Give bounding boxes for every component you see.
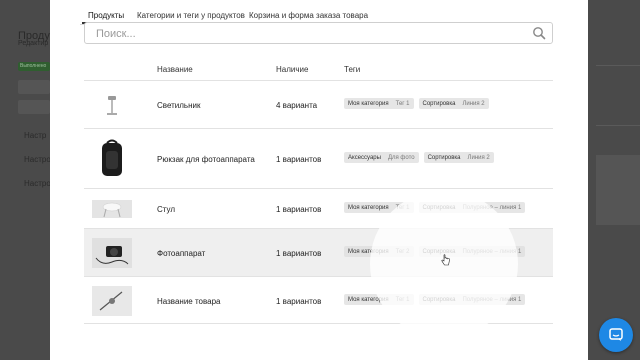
- product-stock: 1 вариантов: [276, 155, 322, 164]
- product-stock: 1 вариантов: [276, 297, 322, 306]
- tag-chip: Сортировка Линия 2: [418, 98, 489, 109]
- product-name[interactable]: Фотоаппарат: [157, 249, 205, 258]
- background-nav-item: Настро: [24, 179, 51, 188]
- tag-chip: Аксессуары Для фото: [344, 152, 419, 163]
- search-icon[interactable]: [532, 26, 546, 40]
- column-header-name[interactable]: Название: [157, 65, 193, 74]
- camera-image: [92, 238, 132, 268]
- product-name[interactable]: Рюкзак для фотоаппарата: [157, 155, 255, 164]
- hand-cursor-icon: [441, 254, 450, 266]
- tab-cart-order-form[interactable]: Корзина и форма заказа товара: [249, 11, 368, 20]
- background-status-badge: Выполнено: [18, 62, 50, 71]
- table-row[interactable]: Рюкзак для фотоаппарата 1 вариантов Аксе…: [84, 128, 553, 188]
- chat-button[interactable]: [599, 318, 633, 352]
- background-bar: [18, 80, 50, 94]
- tag-chip: Моя категория Тег 1: [344, 98, 414, 109]
- tag-key: Сортировка: [422, 248, 456, 255]
- products-modal: Продукты Категории и теги у продуктов Ко…: [50, 0, 588, 360]
- product-stock: 4 варианта: [276, 101, 318, 110]
- product-stock: 1 вариантов: [276, 249, 322, 258]
- tag-value: Тег 1: [395, 296, 410, 303]
- background-page-subtitle: Редактир: [18, 40, 49, 47]
- lamp-image: [107, 96, 117, 115]
- product-stock: 1 вариантов: [276, 205, 322, 214]
- background-bar: [18, 100, 50, 114]
- tag-list: Аксессуары Для фото Сортировка Линия 2: [344, 152, 494, 163]
- chair-image: [92, 200, 132, 218]
- tag-chip: Сортировка Полуряное – линия 1: [418, 294, 526, 305]
- tag-value: Линия 2: [467, 154, 490, 161]
- tag-chip: Моя категория Тег 1: [344, 202, 414, 213]
- tag-value: Тег 1: [395, 100, 410, 107]
- tag-list: Моя категория Тег 1 Сортировка Полуряное –…: [344, 294, 526, 305]
- search-input[interactable]: [94, 25, 518, 43]
- tag-value: Полуряное – линия 1: [462, 296, 522, 303]
- tag-key: Моя категория: [348, 204, 389, 211]
- tag-chip: Сортировка Линия 2: [423, 152, 494, 163]
- search-box[interactable]: [84, 22, 553, 44]
- tag-list: Моя категория Тег 1 Сортировка Линия 2: [344, 98, 489, 109]
- tag-key: Моя категория: [348, 296, 389, 303]
- tab-products[interactable]: Продукты: [88, 11, 124, 20]
- table-row[interactable]: Светильник 4 варианта Моя категория Тег 1…: [84, 80, 553, 128]
- background-divider: [596, 125, 640, 126]
- tag-value: Для фото: [387, 154, 415, 161]
- tag-key: Сортировка: [422, 204, 456, 211]
- tag-key: Аксессуары: [348, 154, 381, 161]
- tag-list: Моя категория Тег 1 Сортировка Полуряное –…: [344, 202, 526, 213]
- tag-key: Моя категория: [348, 248, 389, 255]
- tag-value: Полуряное – линия 1: [462, 204, 522, 211]
- tag-key: Сортировка: [427, 154, 461, 161]
- tab-categories-tags[interactable]: Категории и теги у продуктов: [137, 11, 245, 20]
- tag-chip: Сортировка Полуряное – линия 1: [418, 202, 526, 213]
- tag-key: Моя категория: [348, 100, 389, 107]
- table-row[interactable]: Название товара 1 вариантов Моя категори…: [84, 276, 553, 324]
- tag-chip: Сортировка Полуряное – линия 1: [418, 246, 526, 257]
- background-panel-box: [596, 155, 640, 225]
- background-divider: [596, 65, 640, 66]
- column-header-stock[interactable]: Наличие: [276, 65, 308, 74]
- table-row[interactable]: Стул 1 вариантов Моя категория Тег 1 Сорт…: [84, 188, 553, 228]
- tag-value: Тег 1: [395, 204, 410, 211]
- tag-value: Тег 2: [395, 248, 410, 255]
- chat-icon: [609, 328, 623, 341]
- backpack-image: [102, 139, 122, 176]
- tag-chip: Моя категория Тег 2: [344, 246, 414, 257]
- tag-key: Сортировка: [422, 296, 456, 303]
- background-nav-item: Настр: [24, 131, 47, 140]
- tag-value: Полуряное – линия 1: [462, 248, 522, 255]
- table-row[interactable]: Фотоаппарат 1 вариантов Моя категория Тег…: [84, 228, 553, 276]
- tag-chip: Моя категория Тег 1: [344, 294, 414, 305]
- product-name[interactable]: Название товара: [157, 297, 221, 306]
- background-nav-item: Настро: [24, 155, 51, 164]
- tag-value: Линия 2: [462, 100, 485, 107]
- product-name[interactable]: Стул: [157, 205, 175, 214]
- product-name[interactable]: Светильник: [157, 101, 200, 110]
- tag-key: Сортировка: [422, 100, 456, 107]
- product-image: [92, 286, 132, 316]
- tag-list: Моя категория Тег 2 Сортировка Полуряное –…: [344, 246, 526, 257]
- column-header-tags: Теги: [344, 65, 361, 74]
